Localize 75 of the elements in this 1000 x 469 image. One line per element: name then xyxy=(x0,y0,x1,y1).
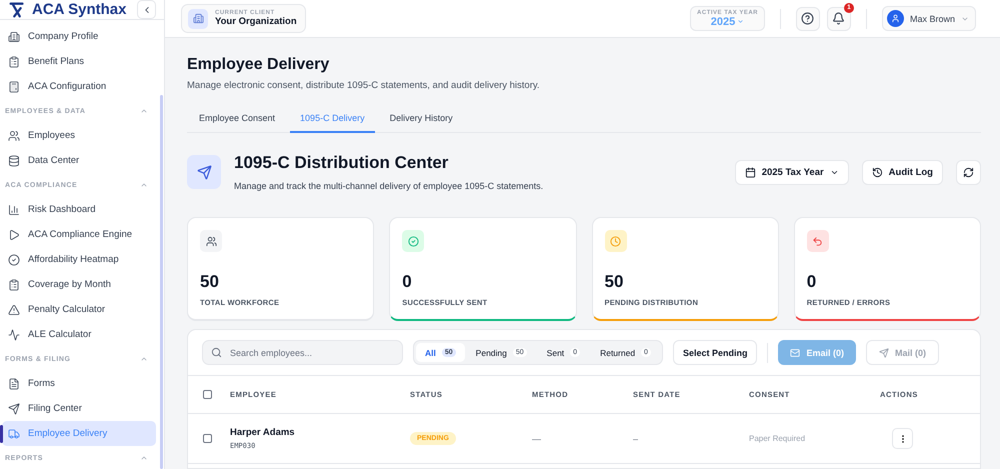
send-icon xyxy=(187,155,221,189)
employee-name: Harper Adams xyxy=(230,427,296,438)
table-cell-text: — xyxy=(532,434,542,444)
chevron-down-icon xyxy=(737,18,744,25)
tab[interactable]: Delivery History xyxy=(380,105,463,133)
audit-log-button[interactable]: Audit Log xyxy=(862,160,943,184)
chevron-up-icon xyxy=(140,107,148,115)
select-all-checkbox[interactable] xyxy=(203,390,212,399)
check-circle-icon xyxy=(8,254,20,266)
page-title: Employee Delivery xyxy=(187,56,330,74)
row-checkbox[interactable] xyxy=(203,434,212,443)
help-button[interactable] xyxy=(796,6,820,30)
sidebar-item[interactable]: Affordability Heatmap xyxy=(2,247,156,272)
logo-icon xyxy=(8,0,26,18)
stat-value: 0 xyxy=(806,272,818,292)
sidebar-item[interactable]: Coverage by Month xyxy=(2,272,156,297)
table-cell-text: Paper Required xyxy=(749,434,806,443)
client-name: Your Organization xyxy=(215,16,297,27)
clock-icon xyxy=(604,230,626,252)
chevron-up-icon xyxy=(140,454,148,462)
tab[interactable]: Employee Consent xyxy=(189,105,286,133)
sidebar-item[interactable]: ACA Configuration xyxy=(2,74,156,99)
select-pending-button[interactable]: Select Pending xyxy=(672,340,758,365)
refresh-button[interactable] xyxy=(956,160,981,184)
sidebar-item[interactable]: Employees xyxy=(2,123,156,148)
clipboard-icon xyxy=(8,278,20,290)
clipboard-icon xyxy=(8,56,20,68)
stat-value: 50 xyxy=(604,272,624,292)
undo-icon xyxy=(806,230,829,252)
sidebar-item[interactable]: Penalty Calculator xyxy=(2,297,156,322)
send-icon xyxy=(879,348,889,358)
sidebar-item[interactable]: Company Profile xyxy=(2,24,156,49)
chevron-up-icon xyxy=(140,181,148,189)
search-field[interactable]: Search employees... xyxy=(202,340,403,365)
building-icon xyxy=(188,8,208,28)
users-icon xyxy=(200,230,222,252)
stat-value: 50 xyxy=(200,272,220,292)
calendar-icon xyxy=(744,166,756,178)
send-icon xyxy=(8,402,20,414)
search-icon xyxy=(211,347,222,358)
bell-icon xyxy=(832,12,846,25)
sidebar-item[interactable]: Data Center xyxy=(2,148,156,173)
document-icon xyxy=(8,378,20,390)
user-name: Max Brown xyxy=(910,14,955,24)
bar-chart-icon xyxy=(8,204,20,216)
refresh-icon xyxy=(963,166,974,178)
database-icon xyxy=(8,154,20,166)
brand-name: ACA Synthax xyxy=(32,1,128,18)
section-title: 1095-C Distribution Center xyxy=(234,153,450,173)
sidebar-item[interactable]: ACA Compliance Engine xyxy=(2,222,156,247)
users-icon xyxy=(8,130,20,142)
tax-year-value: 2025 xyxy=(710,16,736,28)
user-menu[interactable]: Max Brown xyxy=(882,6,976,31)
sidebar-item[interactable]: ALE Calculator xyxy=(2,322,156,347)
play-icon xyxy=(8,228,20,240)
stat-value: 0 xyxy=(402,272,413,292)
warning-icon xyxy=(8,304,20,316)
page-subtitle: Manage electronic consent, distribute 1095-C statements, and audit delivery history. xyxy=(187,80,541,91)
sidebar-item[interactable]: Forms xyxy=(2,371,156,396)
pulse-icon xyxy=(8,328,20,340)
sidebar-item[interactable]: Risk Dashboard xyxy=(2,197,156,222)
building-icon xyxy=(8,30,20,42)
tax-year-dropdown[interactable]: 2025 Tax Year xyxy=(734,160,849,184)
mail-icon xyxy=(790,348,800,358)
history-icon xyxy=(872,166,883,178)
section-subtitle: Manage and track the multi-channel delivery of employee 1095-C statements. xyxy=(234,181,544,191)
help-icon xyxy=(801,12,814,25)
table-cell-text: – xyxy=(633,434,640,444)
chevron-up-icon xyxy=(140,355,148,363)
sidebar-item[interactable]: Filing Center xyxy=(2,396,156,421)
sidebar-item[interactable]: Benefit Plans xyxy=(2,49,156,74)
active-indicator xyxy=(0,424,3,442)
calculator-icon xyxy=(8,80,20,92)
avatar-icon xyxy=(886,10,904,27)
truck-icon xyxy=(8,428,20,440)
